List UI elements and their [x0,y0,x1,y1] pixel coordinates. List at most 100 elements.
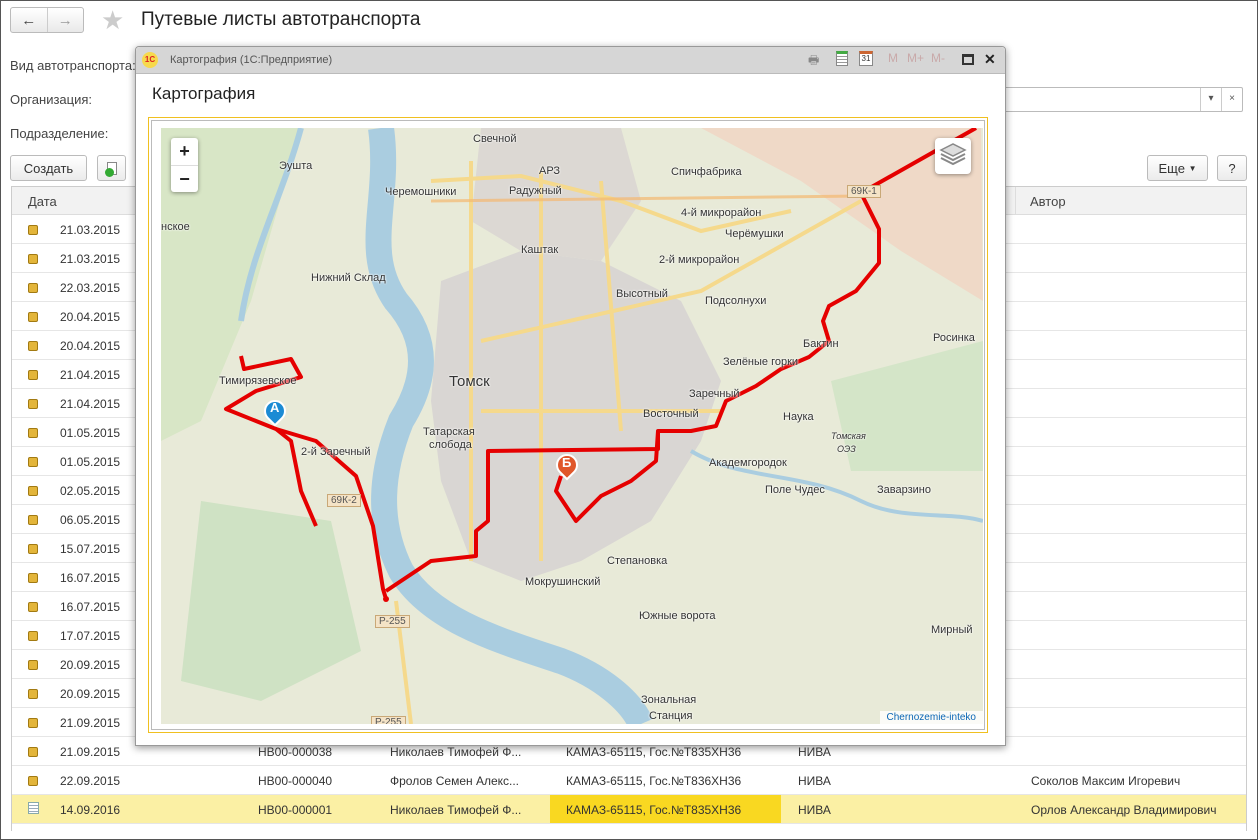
map-label-zelenye_gorki: Зелёные горки [723,356,799,368]
map[interactable]: Свечной АРЗ Эушта Черемошники Радужный Спичфа… [161,128,983,724]
document-icon [28,802,39,814]
cell-date: 01.05.2015 [60,426,121,440]
chevron-down-icon: ▼ [1188,163,1197,173]
cell-number: НВ00-000040 [258,774,333,788]
map-label-vostochny: Восточный [643,408,699,420]
map-label-akademgorodok: Академгородок [709,457,787,469]
lock-icon [28,718,38,728]
lock-icon [28,660,38,670]
memory-plus-button[interactable]: M+ [907,51,924,65]
map-label-tomsk: Томск [449,373,490,390]
lock-icon [28,631,38,641]
cell-date: 06.05.2015 [60,513,121,527]
layers-button[interactable] [935,138,971,174]
layers-icon [939,143,967,166]
cell-date: 20.09.2015 [60,687,121,701]
road-shield-k1: 69К-1 [847,185,881,198]
zoom-out-button[interactable]: − [171,165,198,192]
map-label-pole_chudes: Поле Чудес [765,484,825,496]
cell-driver: Фролов Семен Алекс... [390,774,520,788]
forward-button[interactable]: → [46,8,84,32]
dialog-heading: Картография [152,84,256,103]
map-attribution-link[interactable]: Chernozemie-inteko [879,711,983,724]
calendar-icon[interactable]: 31 [859,51,873,66]
map-label-stantsiya: Станция [649,710,693,722]
cell-date: 22.03.2015 [60,281,121,295]
marker-end-label: Б [562,455,572,470]
map-label-eushta: Эушта [279,160,313,172]
cell-date: 21.03.2015 [60,223,121,237]
organization-field[interactable]: ▾ × [991,87,1243,112]
nav-buttons: ← → [10,7,84,33]
cell-date: 22.09.2015 [60,774,121,788]
lock-icon [28,370,38,380]
more-button[interactable]: Еще ▼ [1147,155,1208,181]
lock-icon [28,573,38,583]
clear-button[interactable]: × [1221,88,1242,111]
print-icon[interactable]: 🖶 [808,51,819,72]
cell-date: 21.09.2015 [60,745,121,759]
cell-vehicle: КАМАЗ-65115, Гос.№Т836ХН36 [566,774,742,788]
add-copy-button[interactable] [97,155,126,181]
cell-date: 17.07.2015 [60,629,121,643]
dialog-window-title: Картография (1С:Предприятие) [170,54,333,66]
cell-date: 01.05.2015 [60,455,121,469]
map-label-tomsk_oez2: ОЭЗ [837,444,856,454]
maximize-icon[interactable] [962,54,974,65]
map-label-arz: АРЗ [539,165,561,177]
memory-minus-button[interactable]: M- [931,51,945,65]
lock-icon [28,776,38,786]
cell-date: 21.04.2015 [60,368,121,382]
zoom-in-button[interactable]: + [171,138,198,165]
map-label-baktin: Бактин [803,338,839,350]
table-row[interactable]: 22.09.2015 НВ00-000040 Фролов Семен Алекс.… [12,766,1246,795]
column-author[interactable]: Автор [1030,194,1066,209]
back-button[interactable]: ← [11,8,47,32]
map-label-nskoe: нское [161,221,190,233]
cell-date: 21.09.2015 [60,716,121,730]
lock-icon [28,312,38,322]
cell-org: НИВА [798,803,831,817]
more-label: Еще [1158,160,1185,176]
map-label-kashtak: Каштак [521,244,559,256]
help-button[interactable]: ? [1217,155,1247,181]
map-label-stepanovka: Степановка [607,555,668,567]
favorite-star-icon[interactable]: ★ [101,5,124,36]
map-label-mokrushinsky: Мокрушинский [525,576,601,588]
zoom-control: + − [171,138,198,192]
lock-icon [28,602,38,612]
lock-icon [28,428,38,438]
page-title: Путевые листы автотранспорта [141,9,421,30]
cell-date: 20.04.2015 [60,339,121,353]
dialog-titlebar: 1С Картография (1С:Предприятие) 🖶 31 M M… [136,47,1005,74]
cell-author: Соколов Максим Игоревич [1031,774,1181,788]
cell-date: 21.04.2015 [60,397,121,411]
map-label-sloboda: слобода [429,439,472,451]
map-label-cheryomushki: Черёмушки [725,228,784,240]
cell-driver: Николаев Тимофей Ф... [390,745,522,759]
road-shield-r255: Р-255 [375,615,410,628]
close-icon[interactable]: ✕ [984,51,996,68]
lock-icon [28,457,38,467]
cell-org: НИВА [798,745,831,759]
cell-number: НВ00-000001 [258,803,333,817]
create-button[interactable]: Создать [10,155,87,181]
map-label-yuzhnye_vorota: Южные ворота [639,610,716,622]
lock-icon [28,486,38,496]
column-date[interactable]: Дата [28,194,57,209]
map-label-zarechny: Заречный [689,388,740,400]
map-label-nauka: Наука [783,411,814,423]
table-row[interactable]: 14.09.2016 НВ00-000001 Николаев Тимофей Ф.… [12,795,1246,824]
map-label-raduzhny: Радужный [509,185,562,197]
map-label-nizhny_sklad: Нижний Склад [311,272,386,284]
1c-logo-icon: 1С [142,52,158,68]
cell-date: 16.07.2015 [60,600,121,614]
lock-icon [28,254,38,264]
dropdown-button[interactable]: ▾ [1200,88,1221,111]
map-label-spichfabrika: Спичфабрика [671,166,742,178]
cell-date: 14.09.2016 [60,803,121,817]
calculator-icon[interactable] [836,51,848,66]
map-label-svechnoy: Свечной [473,133,517,145]
memory-button[interactable]: M [888,51,898,65]
map-label-vysotny: Высотный [616,288,668,300]
